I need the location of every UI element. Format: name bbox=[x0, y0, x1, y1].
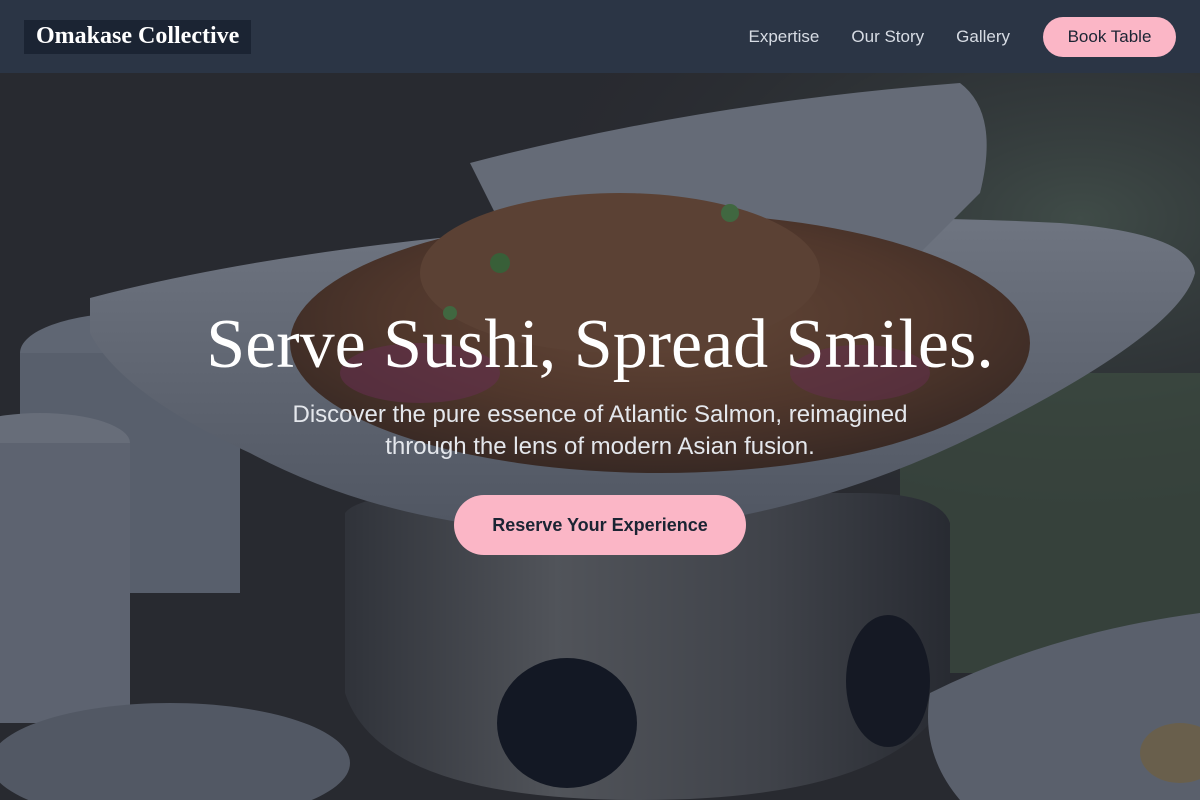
nav-link-gallery[interactable]: Gallery bbox=[956, 27, 1010, 47]
navbar: Omakase Collective Expertise Our Story G… bbox=[0, 0, 1200, 73]
nav-menu: Expertise Our Story Gallery Book Table bbox=[749, 16, 1176, 57]
book-table-button[interactable]: Book Table bbox=[1043, 16, 1176, 57]
hero-subtitle: Discover the pure essence of Atlantic Sa… bbox=[292, 401, 908, 460]
nav-link-expertise[interactable]: Expertise bbox=[749, 27, 820, 47]
hero-title: Serve Sushi, Spread Smiles. bbox=[206, 306, 994, 383]
nav-link-our-story[interactable]: Our Story bbox=[851, 27, 924, 47]
hero-section: Serve Sushi, Spread Smiles. Discover the… bbox=[0, 73, 1200, 800]
brand-logo[interactable]: Omakase Collective bbox=[24, 19, 252, 54]
reserve-experience-button[interactable]: Reserve Your Experience bbox=[454, 495, 746, 555]
hero-content: Serve Sushi, Spread Smiles. Discover the… bbox=[0, 73, 1200, 800]
